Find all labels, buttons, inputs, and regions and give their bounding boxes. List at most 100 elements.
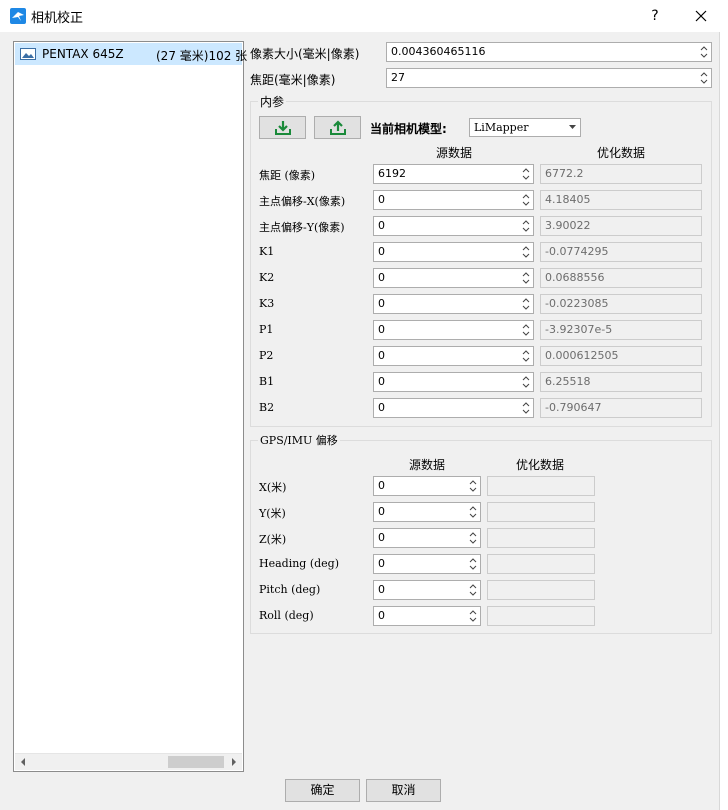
close-icon [695,10,707,22]
gps-group-title-text: GPS/IMU 偏移 [260,434,338,447]
intrinsic-param-label: 主点偏移-Y(像素) [259,221,345,234]
intrinsic-source-value: 0 [378,297,385,310]
window-title: 相机校正 [31,11,84,26]
spin-arrows-icon[interactable] [466,581,480,599]
intrinsic-param-label: 焦距 (像素) [259,169,316,182]
spin-arrows-icon[interactable] [466,607,480,625]
gps-param-label: Pitch (deg) [259,583,321,596]
intrinsic-optimized-field: 4.18405 [540,190,702,210]
intrinsic-optimized-field: -3.92307e-5 [540,320,702,340]
spin-arrows-icon[interactable] [519,191,533,209]
intrinsic-source-input[interactable]: 0 [373,294,534,314]
spin-arrows-icon[interactable] [466,555,480,573]
gps-param-label: Heading (deg) [259,557,340,570]
intrinsic-optimized-field: 6772.2 [540,164,702,184]
intrinsic-source-input[interactable]: 0 [373,320,534,340]
intrinsic-source-value: 0 [378,375,385,388]
gps-param-label: Y(米) [259,507,286,520]
intrinsic-param-label: K1 [259,245,275,258]
gps-optimized-field [487,580,595,600]
intrinsic-optimized-value: -0.0223085 [545,297,609,310]
import-button[interactable] [259,116,306,139]
gps-source-input[interactable]: 0 [373,554,481,574]
horizontal-scrollbar[interactable] [15,753,242,770]
intrinsic-optimized-field: 6.25518 [540,372,702,392]
upload-icon [330,120,346,135]
intrinsic-optimized-value: 0.0688556 [545,271,605,284]
focal-mm-input[interactable]: 27 [386,68,712,88]
camera-model-select[interactable]: LiMapper [469,118,581,137]
gps-param-label: Roll (deg) [259,609,314,622]
spin-arrows-icon[interactable] [519,295,533,313]
scroll-left-icon[interactable] [15,754,32,770]
spin-arrows-icon[interactable] [466,529,480,547]
spin-arrows-icon[interactable] [519,243,533,261]
spin-arrows-icon[interactable] [466,477,480,495]
intrinsic-source-input[interactable]: 6192 [373,164,534,184]
export-button[interactable] [314,116,361,139]
intrinsic-source-input[interactable]: 0 [373,398,534,418]
intrinsic-optimized-value: 6772.2 [545,167,584,180]
camera-list-item[interactable]: PENTAX 645Z (27 毫米)102 张 [15,43,247,65]
gps-source-input[interactable]: 0 [373,502,481,522]
image-icon [20,48,36,60]
spin-arrows-icon[interactable] [519,269,533,287]
intrinsic-optimized-field: 0.0688556 [540,268,702,288]
spin-arrows-icon[interactable] [519,347,533,365]
camera-list[interactable]: PENTAX 645Z (27 毫米)102 张 [13,41,247,772]
model-label: 当前相机模型: [370,122,447,136]
intrinsic-param-label: B1 [259,375,275,388]
spin-arrows-icon[interactable] [519,165,533,183]
gps-optimized-field [487,476,595,496]
camera-model-value: LiMapper [474,121,529,134]
app-icon [10,8,26,24]
gps-source-input[interactable]: 0 [373,476,481,496]
gps-source-value: 0 [378,505,385,518]
ok-button[interactable]: 确定 [285,779,360,802]
spin-arrows-icon[interactable] [519,217,533,235]
chevron-down-icon [569,125,576,129]
scroll-right-icon[interactable] [225,754,242,770]
intrinsic-source-value: 0 [378,349,385,362]
close-button[interactable] [686,3,716,29]
intrinsic-optimized-field: 3.90022 [540,216,702,236]
cancel-button[interactable]: 取消 [366,779,441,802]
spin-arrows-icon[interactable] [697,69,711,87]
intrinsic-source-input[interactable]: 0 [373,346,534,366]
intrinsic-source-value: 6192 [378,167,406,180]
intrinsic-source-input[interactable]: 0 [373,242,534,262]
gps-source-value: 0 [378,479,385,492]
camera-name: PENTAX 645Z [42,47,124,61]
spin-arrows-icon[interactable] [466,503,480,521]
intrinsic-source-input[interactable]: 0 [373,216,534,236]
download-icon [275,121,291,135]
camera-detail: (27 毫米)102 张 [156,49,248,63]
intrinsic-optimized-value: -0.790647 [545,401,602,414]
gps-source-value: 0 [378,609,385,622]
gps-optimized-field [487,554,595,574]
gps-source-input[interactable]: 0 [373,580,481,600]
gps-optimized-field [487,606,595,626]
spin-arrows-icon[interactable] [519,373,533,391]
intrinsic-param-label: P1 [259,323,274,336]
gps-col-source: 源数据 [409,458,446,472]
intrinsics-col-source: 源数据 [436,146,473,160]
intrinsic-optimized-value: -3.92307e-5 [545,323,613,336]
intrinsic-source-value: 0 [378,271,385,284]
pixel-size-input[interactable]: 0.004360465116 [386,42,712,62]
gps-source-input[interactable]: 0 [373,606,481,626]
intrinsic-source-input[interactable]: 0 [373,190,534,210]
help-button[interactable]: ? [640,3,670,29]
intrinsic-optimized-field: 0.000612505 [540,346,702,366]
gps-source-value: 0 [378,557,385,570]
gps-param-label: Z(米) [259,533,287,546]
intrinsic-source-input[interactable]: 0 [373,372,534,392]
gps-param-label: X(米) [259,481,287,494]
spin-arrows-icon[interactable] [519,321,533,339]
scrollbar-thumb[interactable] [168,756,224,768]
focal-mm-label: 焦距(毫米|像素) [250,73,336,87]
spin-arrows-icon[interactable] [519,399,533,417]
intrinsic-source-input[interactable]: 0 [373,268,534,288]
spin-arrows-icon[interactable] [697,43,711,61]
gps-source-input[interactable]: 0 [373,528,481,548]
